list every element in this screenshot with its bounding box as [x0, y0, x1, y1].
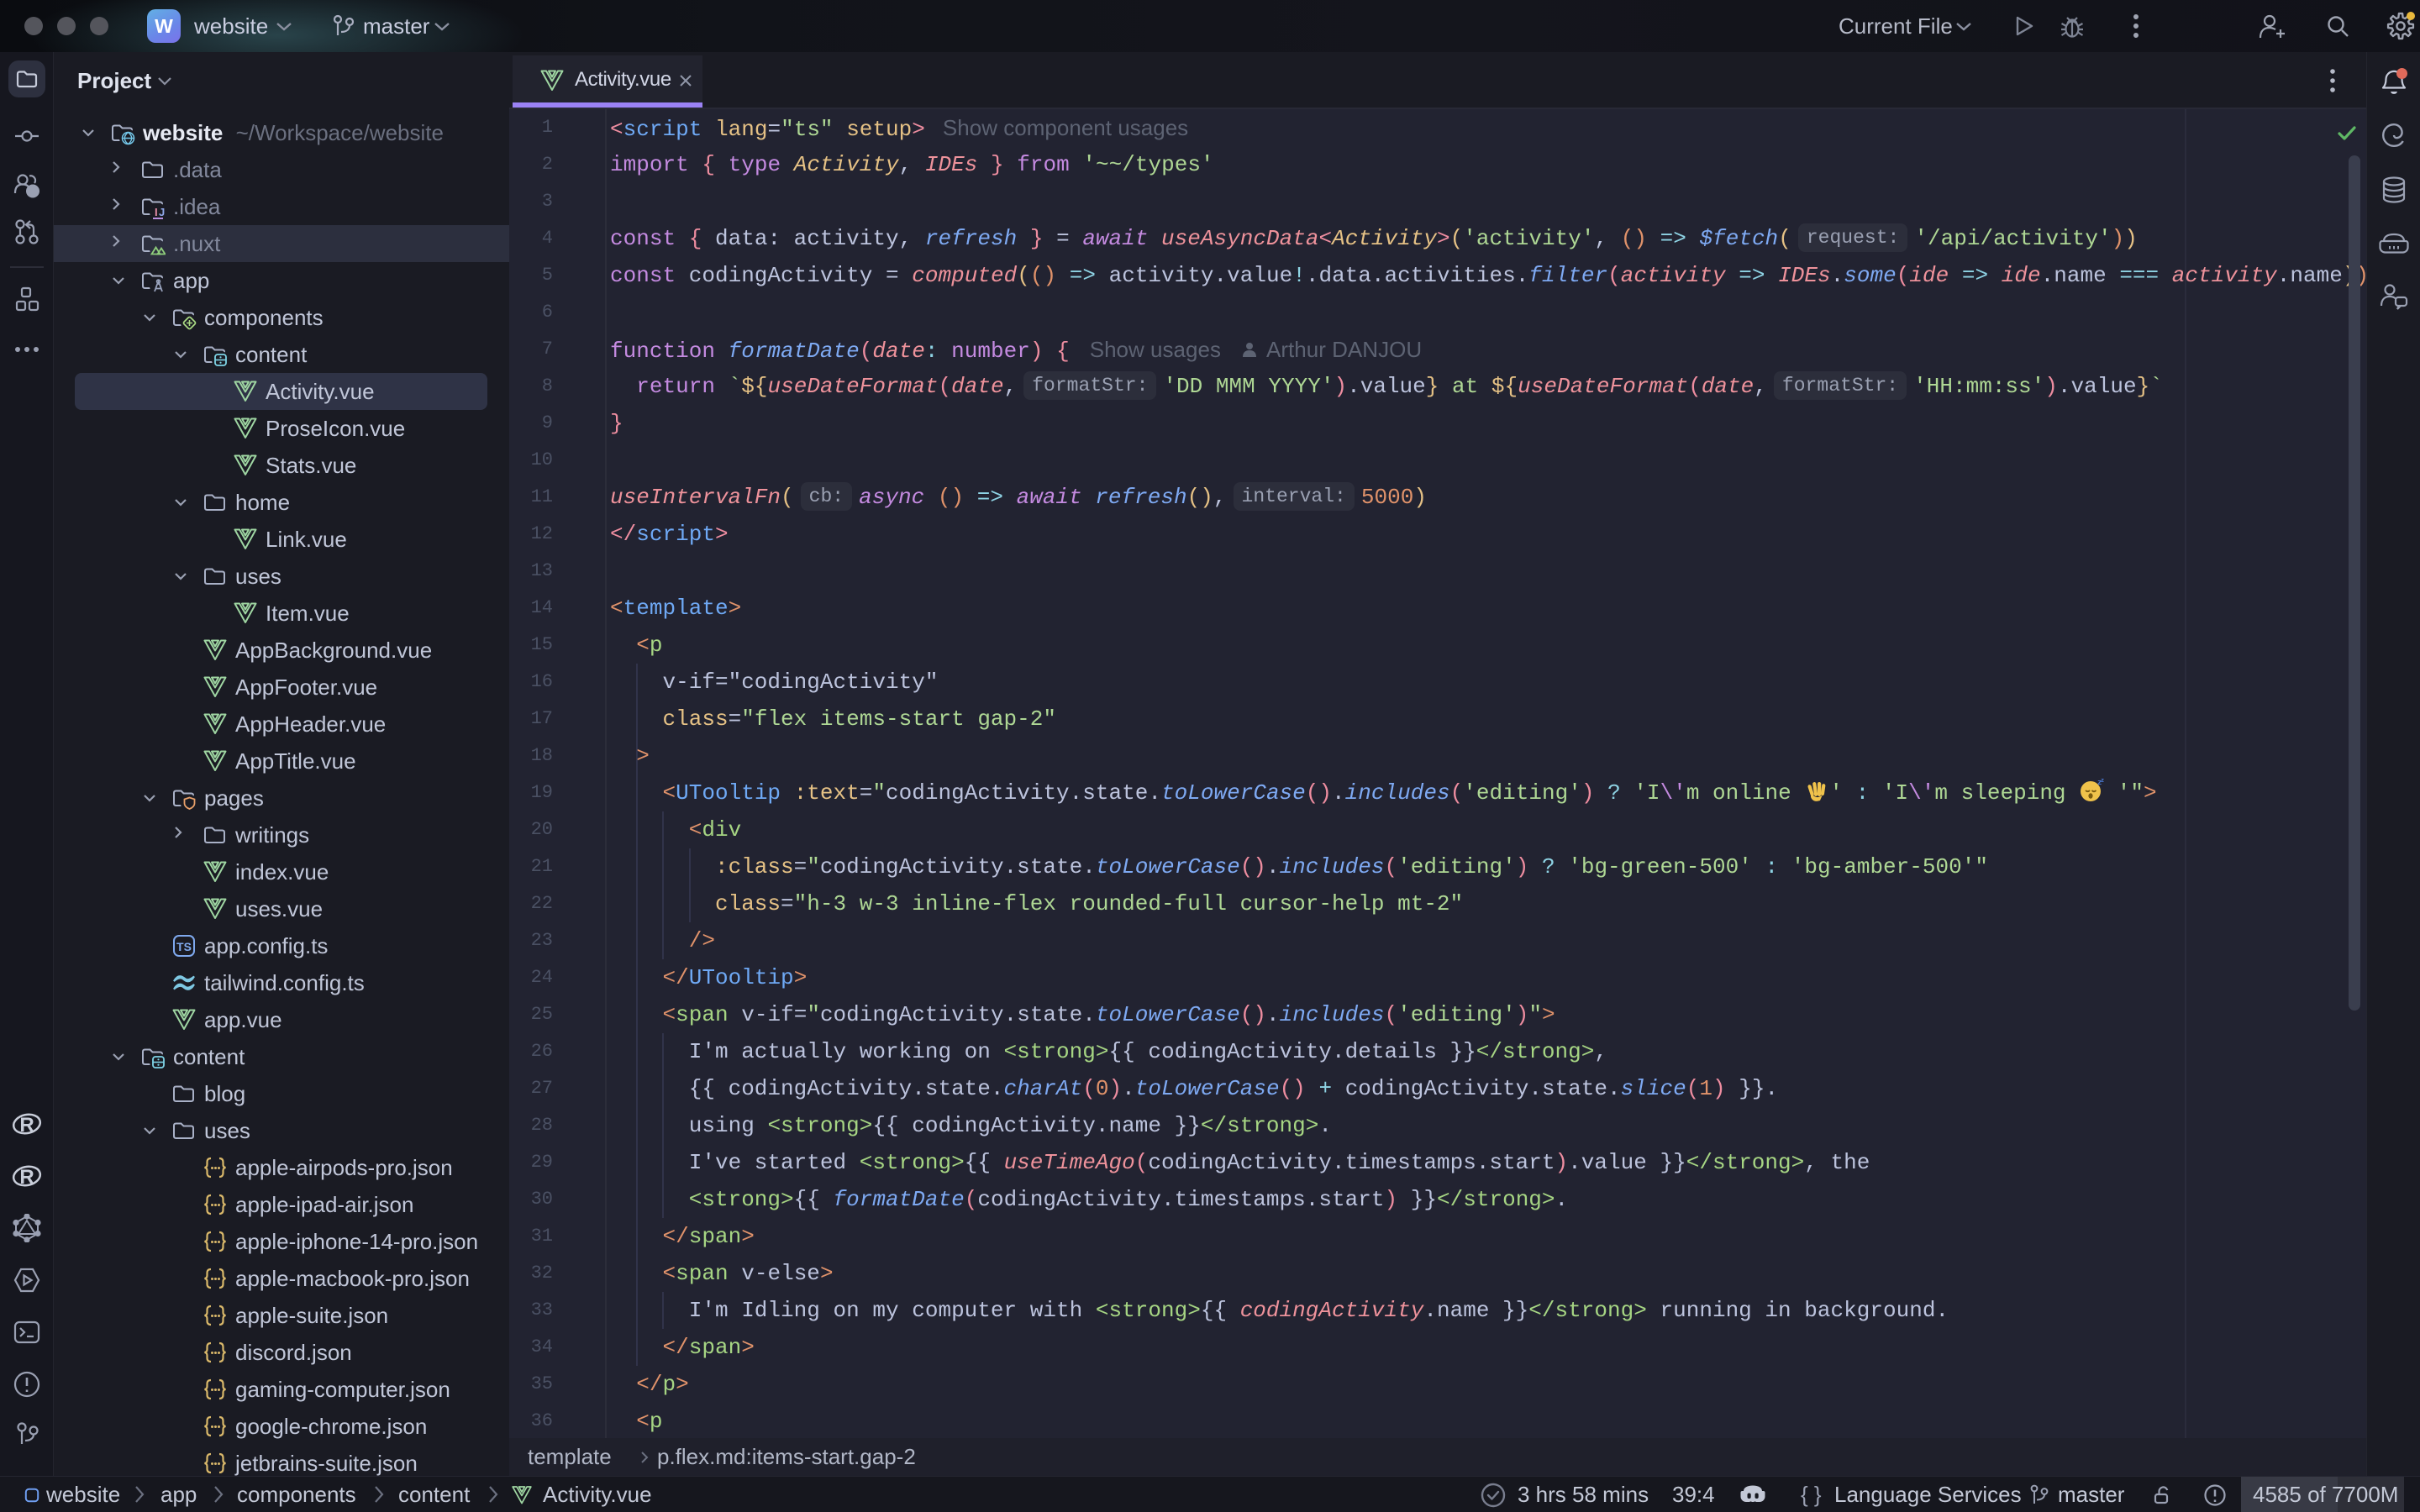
svg-text:J: J [159, 206, 165, 218]
svg-text:?: ? [29, 185, 36, 199]
svg-text:I: I [155, 206, 158, 218]
svg-text:R: R [19, 1114, 34, 1137]
svg-text:R: R [19, 1166, 34, 1189]
svg-text:z: z [2101, 778, 2104, 785]
svg-text:TS: TS [176, 940, 192, 953]
